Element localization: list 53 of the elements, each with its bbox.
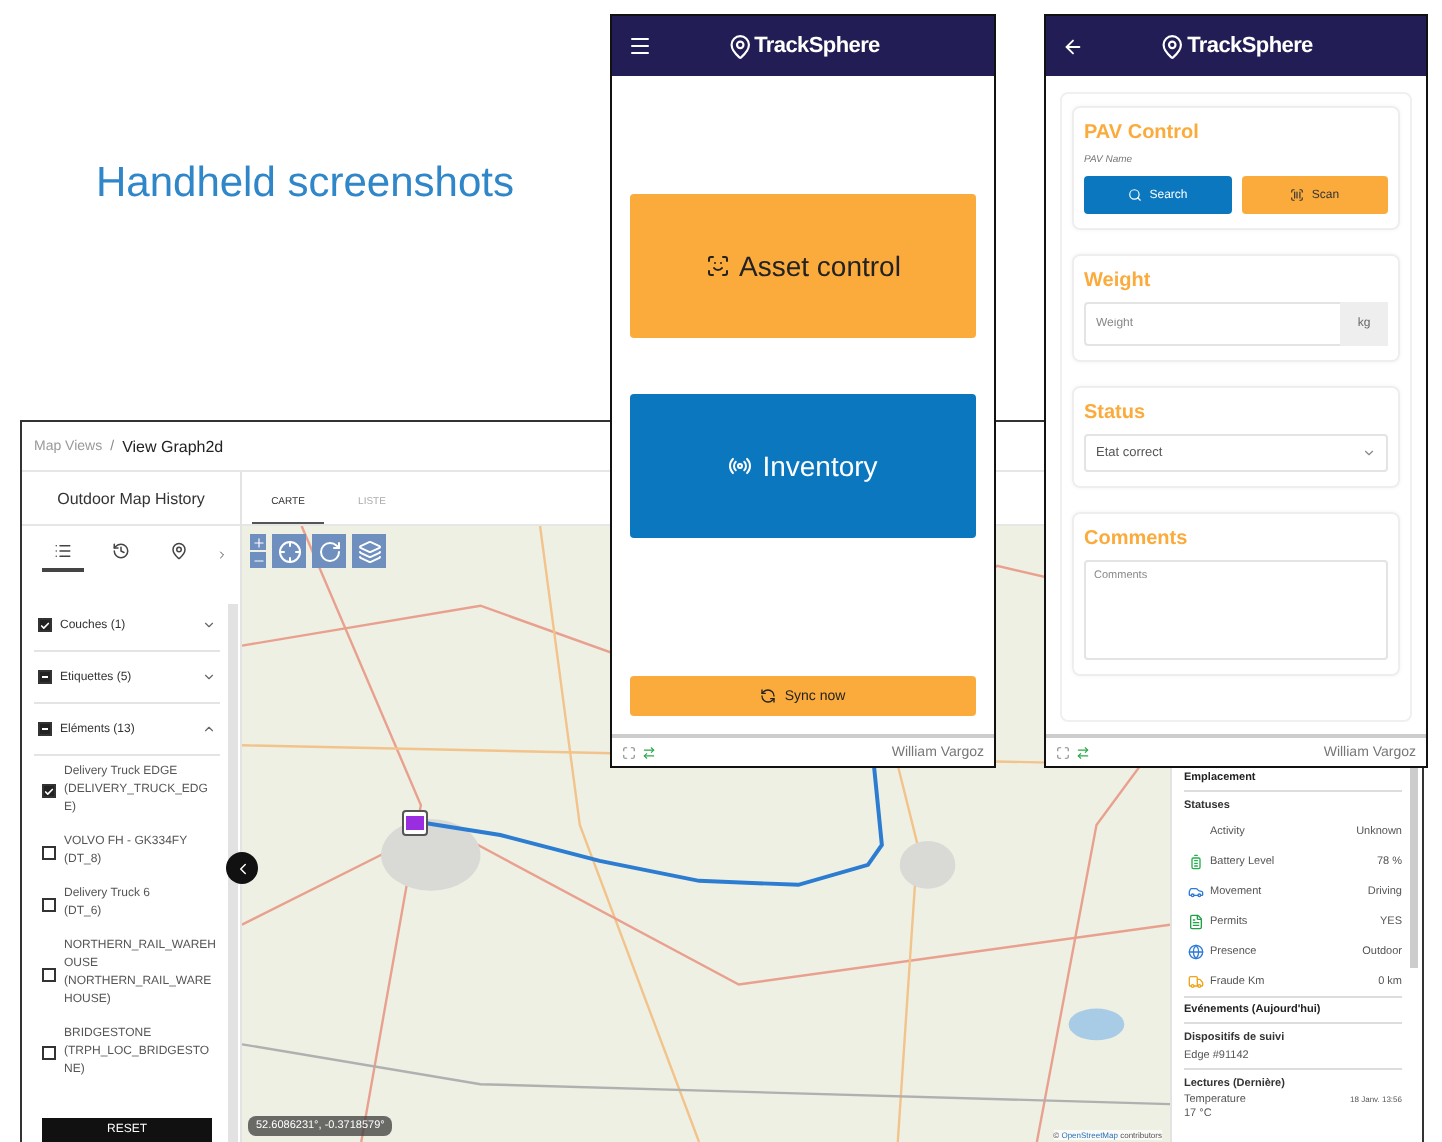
back-arrow-icon	[1062, 35, 1084, 57]
crosshair-icon	[277, 539, 301, 563]
barcode-scan-icon	[1289, 188, 1304, 202]
arrows-icon	[1076, 745, 1090, 759]
action-button[interactable]: Inventory	[630, 394, 976, 538]
sync-icon	[760, 688, 777, 704]
brand-name: TrackSphere	[754, 34, 880, 58]
fullscreen-icon[interactable]	[1056, 745, 1070, 759]
refresh-button[interactable]	[312, 534, 346, 568]
logo-pin-icon	[726, 33, 753, 59]
arrows-icon	[642, 745, 656, 759]
search-icon	[1127, 188, 1142, 202]
layers-icon	[357, 539, 381, 563]
back-button[interactable]	[1062, 35, 1084, 57]
scrollbar[interactable]	[228, 604, 238, 1142]
checkbox[interactable]	[42, 897, 56, 911]
history-icon	[112, 542, 130, 560]
refresh-icon	[317, 539, 341, 563]
list-icon	[54, 542, 72, 560]
fullscreen-icon[interactable]	[622, 745, 636, 759]
headline: Handheld screenshots	[96, 160, 514, 208]
map-pin-icon	[170, 542, 188, 560]
truck-marker-icon[interactable]	[402, 810, 428, 836]
truck-icon	[1188, 973, 1204, 989]
checkbox[interactable]	[42, 784, 56, 798]
sidebar-title: Outdoor Map History	[22, 472, 240, 526]
globe-icon	[1188, 943, 1204, 959]
logo-pin-icon	[1159, 33, 1186, 59]
chevron-down-icon	[1362, 446, 1376, 460]
card-title: Status	[1084, 402, 1148, 424]
chevron-down-icon[interactable]	[202, 618, 216, 632]
card-title: PAV Control	[1084, 122, 1201, 144]
locate-button[interactable]	[272, 534, 306, 568]
battery-icon	[1188, 853, 1204, 869]
checkbox[interactable]	[42, 1046, 56, 1060]
document-icon	[1188, 913, 1204, 929]
chevron-up-icon[interactable]	[202, 722, 216, 736]
card-title: Weight	[1084, 270, 1153, 292]
scrollbar[interactable]	[1410, 768, 1418, 968]
checkbox[interactable]	[42, 967, 56, 981]
brand-name: TrackSphere	[1187, 34, 1313, 58]
plus-icon	[251, 535, 265, 549]
broadcast-icon	[728, 454, 753, 478]
layers-button[interactable]	[352, 534, 386, 568]
car-icon	[1188, 883, 1204, 899]
action-button[interactable]: Asset control	[630, 194, 976, 338]
breadcrumb-item[interactable]: View Graph2d	[122, 437, 224, 455]
menu-icon	[628, 34, 652, 58]
scan-face-icon	[705, 254, 730, 278]
menu-button[interactable]	[628, 34, 652, 58]
checkbox[interactable]	[42, 845, 56, 859]
chevron-down-icon[interactable]	[202, 670, 216, 684]
card-title: Comments	[1084, 528, 1190, 550]
